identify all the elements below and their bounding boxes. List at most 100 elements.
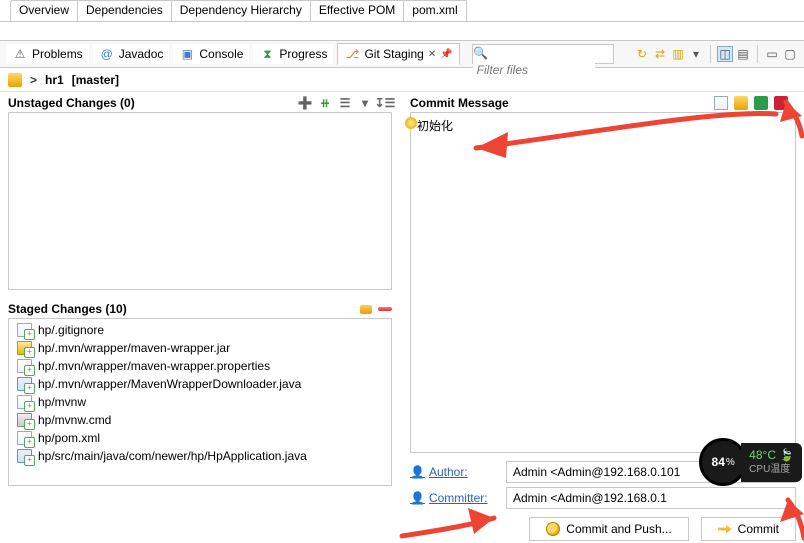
minimize-view-icon[interactable]: ▭	[764, 46, 780, 62]
cpu-temp-value: 48°C	[749, 448, 776, 462]
view-console[interactable]: ▣ Console	[173, 44, 249, 64]
tab-dependency-hierarchy[interactable]: Dependency Hierarchy	[171, 0, 311, 21]
staged-header: Staged Changes (10)	[0, 298, 400, 318]
list-item[interactable]: hp/src/main/java/com/newer/hp/HpApplicat…	[9, 447, 391, 465]
amend-icon[interactable]	[714, 96, 728, 110]
search-icon: 🔍	[473, 45, 489, 61]
progress-icon: ⧗	[259, 46, 275, 62]
cpu-temp-label: CPU温度	[749, 463, 794, 476]
refresh-icon[interactable]: ↻	[634, 46, 650, 62]
commit-icon	[718, 522, 732, 536]
pin-icon[interactable]: 📌	[440, 49, 452, 60]
percent-sign: %	[726, 457, 735, 468]
repo-prefix: >	[30, 73, 37, 87]
file-added-icon	[17, 395, 32, 409]
commit-button[interactable]: Commit	[701, 517, 796, 541]
staged-changes-box: hp/.gitignore hp/.mvn/wrapper/maven-wrapp…	[8, 318, 392, 486]
unstage-all-icon[interactable]	[378, 307, 392, 311]
filter-files-field[interactable]: 🔍	[472, 44, 614, 64]
gerrit-icon[interactable]	[774, 96, 788, 110]
file-path: hp/.mvn/wrapper/maven-wrapper.jar	[38, 341, 230, 355]
view-git-staging[interactable]: ⎇ Git Staging ✕ 📌	[337, 43, 459, 65]
commit-and-push-button[interactable]: Commit and Push...	[529, 517, 688, 541]
close-icon[interactable]: ✕	[428, 49, 436, 60]
file-path: hp/pom.xml	[38, 431, 100, 445]
link-icon[interactable]: ▥	[670, 46, 686, 62]
file-added-icon	[17, 341, 32, 355]
commit-message-box	[410, 112, 796, 453]
repository-header: > hr1 [master]	[0, 68, 804, 92]
file-added-icon	[17, 323, 32, 337]
layout-columns-icon[interactable]: ◫	[717, 46, 733, 62]
tab-dependencies[interactable]: Dependencies	[77, 0, 172, 21]
file-path: hp/mvnw	[38, 395, 86, 409]
committer-input[interactable]	[506, 487, 796, 509]
list-item[interactable]: hp/mvnw.cmd	[9, 411, 391, 429]
committer-label[interactable]: 👤 Committer:	[410, 487, 500, 509]
section-label: Unstaged Changes	[8, 96, 117, 110]
list-item[interactable]: hp/mvnw	[9, 393, 391, 411]
layout-rows-icon[interactable]: ▤	[735, 46, 751, 62]
signoff-icon[interactable]	[734, 96, 748, 110]
repo-branch: [master]	[72, 73, 119, 87]
dropdown-icon[interactable]: ▾	[358, 96, 372, 110]
section-label: Staged Changes	[8, 302, 102, 316]
tab-pom-xml[interactable]: pom.xml	[403, 0, 466, 21]
list-item[interactable]: hp/.gitignore	[9, 321, 391, 339]
editor-tab-bar: Overview Dependencies Dependency Hierarc…	[0, 0, 804, 22]
git-staging-icon: ⎇	[344, 46, 360, 62]
maximize-view-icon[interactable]: ▢	[782, 46, 798, 62]
tab-overview[interactable]: Overview	[10, 0, 78, 21]
cpu-percent: 84	[712, 455, 725, 469]
javadoc-icon: @	[99, 46, 115, 62]
separator	[710, 45, 711, 63]
file-added-icon	[17, 377, 32, 391]
commit-header: Commit Message	[410, 92, 804, 112]
problems-icon: ⚠	[12, 46, 28, 62]
presentation-list-icon[interactable]: ☰	[338, 96, 352, 110]
tab-effective-pom[interactable]: Effective POM	[310, 0, 404, 21]
file-added-icon	[17, 413, 32, 427]
author-label[interactable]: 👤 Author:	[410, 461, 500, 483]
view-label: Progress	[279, 47, 327, 61]
section-label: Commit Message	[410, 96, 509, 110]
cpu-usage-gauge: 84%	[699, 438, 747, 486]
repository-icon	[8, 73, 22, 87]
list-item[interactable]: hp/.mvn/wrapper/maven-wrapper.jar	[9, 339, 391, 357]
changeid-icon[interactable]	[754, 96, 768, 110]
console-icon: ▣	[179, 46, 195, 62]
view-label: Git Staging	[364, 47, 423, 61]
lightbulb-icon[interactable]	[405, 117, 417, 129]
file-path: hp/.mvn/wrapper/maven-wrapper.properties	[38, 359, 270, 373]
view-javadoc[interactable]: @ Javadoc	[93, 44, 170, 64]
staged-count: (10)	[105, 302, 126, 316]
unstage-selected-icon[interactable]	[360, 305, 372, 314]
unstaged-changes-list[interactable]	[8, 112, 392, 290]
staged-changes-list[interactable]: hp/.gitignore hp/.mvn/wrapper/maven-wrapp…	[9, 319, 391, 485]
repo-name: hr1	[45, 73, 64, 87]
person-key-icon: 👤	[410, 491, 425, 505]
staging-pane: Unstaged Changes (0) ➕ ⧺ ☰ ▾ ↧☰ Staged C…	[0, 92, 400, 541]
view-toolbar: ↻ ⇄ ▥ ▾ ◫ ▤ ▭ ▢	[634, 45, 798, 63]
list-item[interactable]: hp/pom.xml	[9, 429, 391, 447]
list-item[interactable]: hp/.mvn/wrapper/maven-wrapper.properties	[9, 357, 391, 375]
filter-files-input[interactable]	[473, 61, 595, 79]
file-added-icon	[17, 449, 32, 463]
view-progress[interactable]: ⧗ Progress	[253, 44, 333, 64]
file-path: hp/src/main/java/com/newer/hp/HpApplicat…	[38, 449, 307, 463]
cpu-widget: 84% 48°C 🍃 CPU温度	[699, 438, 802, 486]
add-all-icon[interactable]: ⧺	[318, 96, 332, 110]
dropdown-icon[interactable]: ▾	[688, 46, 704, 62]
add-selected-icon[interactable]: ➕	[298, 96, 312, 110]
compare-icon[interactable]: ⇄	[652, 46, 668, 62]
view-label: Javadoc	[119, 47, 164, 61]
commit-message-input[interactable]	[411, 113, 787, 446]
list-item[interactable]: hp/.mvn/wrapper/MavenWrapperDownloader.j…	[9, 375, 391, 393]
sort-icon[interactable]: ↧☰	[378, 96, 392, 110]
file-path: hp/mvnw.cmd	[38, 413, 111, 427]
person-icon: 👤	[410, 465, 425, 479]
unstaged-header: Unstaged Changes (0) ➕ ⧺ ☰ ▾ ↧☰	[0, 92, 400, 112]
button-label: Commit and Push...	[566, 522, 671, 536]
view-problems[interactable]: ⚠ Problems	[6, 44, 89, 64]
push-icon	[546, 522, 560, 536]
